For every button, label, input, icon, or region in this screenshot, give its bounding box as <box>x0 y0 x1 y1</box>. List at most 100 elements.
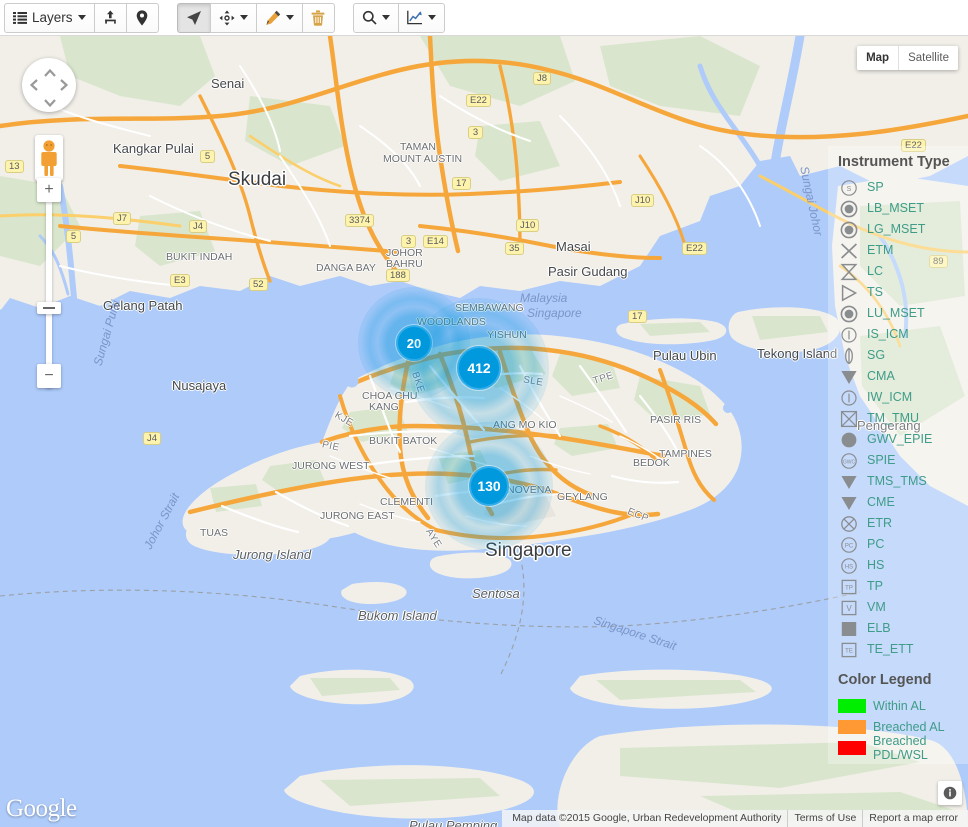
legend-item-tms_tms[interactable]: TMS_TMS <box>838 471 968 492</box>
highway-shield: E22 <box>682 242 707 255</box>
street-view-pegman[interactable] <box>35 135 63 181</box>
legend-item-ts[interactable]: TS <box>838 282 968 303</box>
zoom-out-button[interactable]: − <box>37 364 61 388</box>
zoom-slider-handle[interactable] <box>37 302 61 314</box>
highway-shield: E22 <box>466 94 491 107</box>
circle-pc-icon: PC <box>838 535 860 554</box>
pan-left-icon[interactable] <box>29 79 38 93</box>
color-legend-label: Breached AL <box>873 719 945 734</box>
terms-of-use-link[interactable]: Terms of Use <box>787 810 862 827</box>
chevron-down-icon <box>381 15 390 20</box>
marker-button[interactable] <box>125 2 159 33</box>
circle-bar-icon <box>838 388 860 407</box>
highway-shield: 5 <box>200 150 215 163</box>
cluster-count-badge[interactable]: 130 <box>469 466 509 506</box>
legend-item-label: IS_ICM <box>867 327 909 342</box>
legend-item-gwv_epie[interactable]: GWV_EPIE <box>838 429 968 450</box>
svg-text:TE: TE <box>845 648 853 654</box>
legend-item-label: LB_MSET <box>867 201 924 216</box>
lens-split-icon <box>838 346 860 365</box>
legend-item-lg_mset[interactable]: LG_MSET <box>838 219 968 240</box>
color-legend-title: Color Legend <box>838 672 932 688</box>
map-pin-icon <box>136 9 148 26</box>
legend-item-tm_tmu[interactable]: TM_TMU <box>838 408 968 429</box>
legend-item-te_ett[interactable]: TE TE_ETT <box>838 639 968 660</box>
move-tool-button[interactable] <box>209 2 257 33</box>
pan-down-icon[interactable] <box>44 96 56 109</box>
highway-shield: J8 <box>533 72 552 85</box>
map-type-toggle: Map Satellite <box>857 46 958 70</box>
highway-shield: J10 <box>516 219 540 232</box>
legend-item-sp[interactable]: S SP <box>838 177 968 198</box>
circle-gwc-icon: GWC <box>838 451 860 470</box>
cluster-marker[interactable]: 412 <box>409 298 549 438</box>
legend-item-pc[interactable]: PC PC <box>838 534 968 555</box>
cluster-marker[interactable]: 130 <box>425 422 553 550</box>
triangle-right-icon <box>838 283 860 302</box>
map-type-map[interactable]: Map <box>857 46 899 70</box>
square-v-icon: V <box>838 598 860 617</box>
trash-icon <box>311 9 325 26</box>
svg-text:S: S <box>847 186 852 193</box>
zoom-slider-track[interactable] <box>46 202 52 388</box>
map-application: Layers Skudai Singapore Masai Pasir Guda… <box>0 0 968 827</box>
legend-item-etm[interactable]: ETM <box>838 240 968 261</box>
map-viewport[interactable]: .land{fill:#f2efe9} .green{fill:#d9e6cd}… <box>0 36 968 827</box>
pan-up-icon[interactable] <box>44 66 56 79</box>
circle-s-icon: S <box>838 178 860 197</box>
legend-item-is_icm[interactable]: IS_ICM <box>838 324 968 345</box>
legend-item-sg[interactable]: SG <box>838 345 968 366</box>
zoom-in-button[interactable]: + <box>37 178 61 202</box>
legend-item-cma[interactable]: CMA <box>838 366 968 387</box>
svg-text:PC: PC <box>845 543 854 549</box>
google-logo: Google <box>6 795 77 822</box>
legend-item-vm[interactable]: V VM <box>838 597 968 618</box>
upload-icon <box>103 10 118 25</box>
legend-item-hs[interactable]: HS HS <box>838 555 968 576</box>
legend-item-lc[interactable]: LC <box>838 261 968 282</box>
legend-item-label: TP <box>867 579 883 594</box>
legend-item-elb[interactable]: ELB <box>838 618 968 639</box>
edit-tool-button[interactable] <box>255 2 303 33</box>
attribution-text: Map data ©2015 Google, Urban Redevelopme… <box>512 812 782 824</box>
map-type-satellite[interactable]: Satellite <box>898 46 958 70</box>
chart-button[interactable] <box>397 2 445 33</box>
pan-right-icon[interactable] <box>60 79 69 93</box>
legend-item-label: HS <box>867 558 885 573</box>
legend-item-cme[interactable]: CME <box>838 492 968 513</box>
legend-item-etr[interactable]: ETR <box>838 513 968 534</box>
highway-shield: E14 <box>423 235 448 248</box>
x-cross-icon <box>838 241 860 260</box>
legend-item-iw_icm[interactable]: IW_ICM <box>838 387 968 408</box>
legend-panel: Instrument Type S SP LB_MSET LG_MSET ETM LC TS… <box>828 146 968 764</box>
highway-shield: 35 <box>505 242 524 255</box>
legend-item-label: TS <box>867 285 883 300</box>
legend-item-lb_mset[interactable]: LB_MSET <box>838 198 968 219</box>
toolbar-group-query <box>352 2 445 33</box>
svg-text:TP: TP <box>845 585 853 591</box>
color-swatch <box>838 719 866 734</box>
upload-button[interactable] <box>93 2 127 33</box>
legend-item-spie[interactable]: GWC SPIE <box>838 450 968 471</box>
triangle-down-filled-icon <box>838 472 860 491</box>
layers-button[interactable]: Layers <box>4 2 95 33</box>
search-button[interactable] <box>352 2 399 33</box>
cursor-arrow-icon <box>186 10 202 26</box>
instrument-type-title: Instrument Type <box>838 154 950 170</box>
legend-item-tp[interactable]: TP TP <box>838 576 968 597</box>
highway-shield: J10 <box>631 194 655 207</box>
delete-tool-button[interactable] <box>301 2 335 33</box>
legend-item-label: SPIE <box>867 453 896 468</box>
layers-button-label: Layers <box>32 9 73 25</box>
info-button[interactable] <box>938 781 962 805</box>
report-map-error-link[interactable]: Report a map error <box>862 810 964 827</box>
legend-item-label: TMS_TMS <box>867 474 927 489</box>
highway-shield: J7 <box>113 212 132 225</box>
pan-control[interactable] <box>22 58 76 112</box>
legend-item-label: CME <box>867 495 895 510</box>
cluster-count-badge[interactable]: 412 <box>457 346 501 390</box>
svg-text:GWC: GWC <box>843 459 856 465</box>
select-tool-button[interactable] <box>176 2 211 33</box>
circle-filled-ring-icon <box>838 220 860 239</box>
legend-item-lu_mset[interactable]: LU_MSET <box>838 303 968 324</box>
